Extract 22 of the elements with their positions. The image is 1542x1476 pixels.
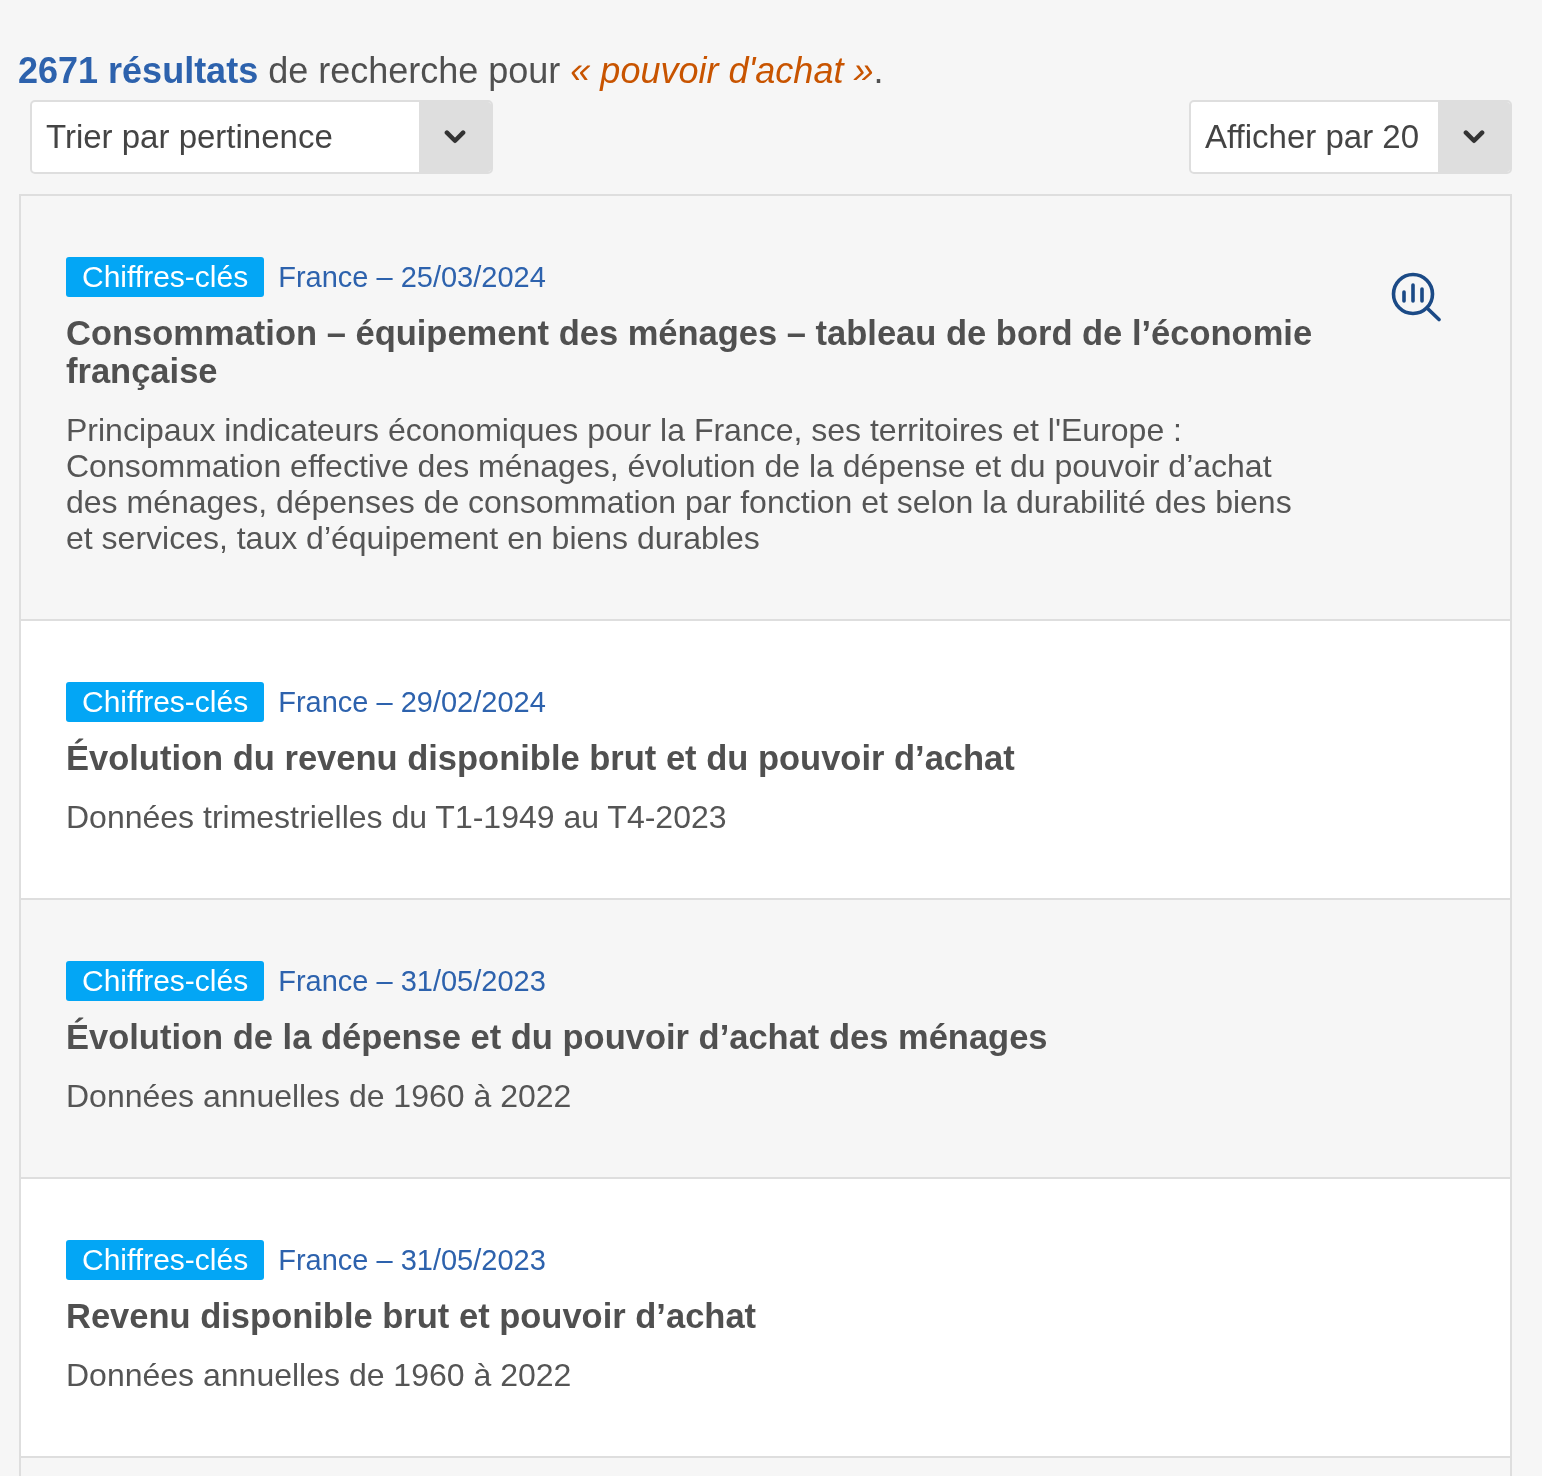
result-title-link[interactable]: Consommation – équipement des ménages – tableau de bord de l’économie française: [66, 314, 1322, 390]
chevron-down-icon: [444, 130, 466, 144]
result-title-link[interactable]: Revenu disponible brut et pouvoir d’achat: [66, 1297, 757, 1335]
result-title-link[interactable]: Évolution du revenu disponible brut et du pouvoir d’achat: [66, 739, 1015, 777]
category-tag: Chiffres-clés: [66, 1240, 265, 1280]
result-description: Données annuelles de 1960 à 2022: [66, 1357, 573, 1393]
category-tag: Chiffres-clés: [66, 682, 265, 722]
chevron-down-icon: [1463, 130, 1485, 144]
result-description: Données annuelles de 1960 à 2022: [66, 1078, 573, 1114]
result-meta: France – 31/05/2023: [278, 1243, 546, 1278]
results-summary: 2671 résultats de recherche pour « pouvoir d'achat ».: [18, 50, 884, 92]
magnifier-bar-chart-icon[interactable]: [1391, 272, 1443, 322]
result-title-link[interactable]: Évolution de la dépense et du pouvoir d’achat des ménages: [66, 1018, 1048, 1056]
result-meta: France – 31/05/2023: [278, 964, 546, 999]
category-tag: Chiffres-clés: [66, 257, 265, 297]
result-meta: France – 25/03/2024: [278, 260, 546, 295]
result-meta: France – 29/02/2024: [278, 685, 546, 720]
result-description: Données trimestrielles du T1-1949 au T4-2023: [66, 799, 728, 835]
category-tag: Chiffres-clés: [66, 961, 265, 1001]
sort-select[interactable]: Trier par pertinence: [30, 100, 493, 174]
page-size-select[interactable]: Afficher par 20: [1189, 100, 1512, 174]
result-description: Principaux indicateurs économiques pour la France, ses territoires et l'Europe : Consommation effective des ménages, évolution de la dépense et du pouvoir d’achat des ménages, dépenses de consommation par fonction et selon la durabilité des biens et services, taux d’équipement en biens durables: [66, 412, 1293, 556]
